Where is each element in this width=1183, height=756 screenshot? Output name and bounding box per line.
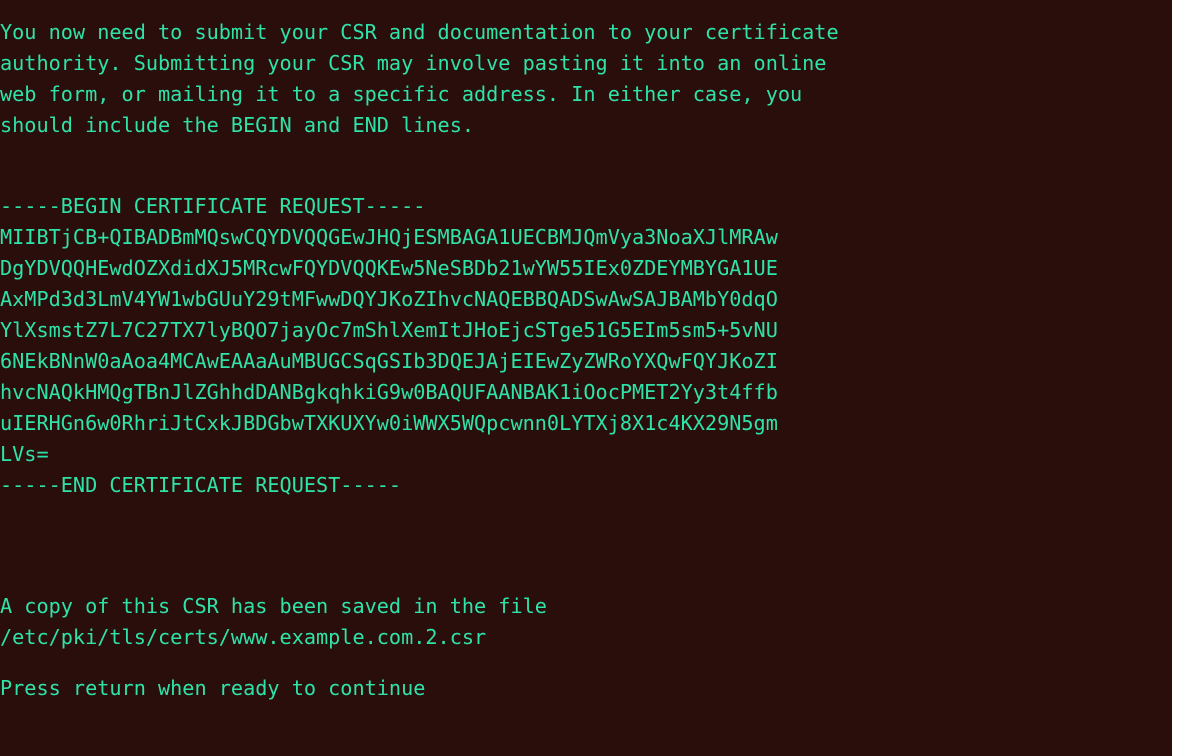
csr-body-line-6: hvcNAQkHMQgTBnJlZGhhdDANBgkqhkiG9w0BAQUF… [0,380,778,404]
csr-body-line-3: AxMPd3d3LmV4YW1wbGUuY29tMFwwDQYJKoZIhvcN… [0,287,778,311]
csr-body-line-8: LVs= [0,442,49,466]
csr-begin-line: -----BEGIN CERTIFICATE REQUEST----- [0,194,426,218]
saved-file-path: /etc/pki/tls/certs/www.example.com.2.csr [0,625,487,649]
intro-line-3: web form, or mailing it to a specific ad… [0,82,803,106]
csr-body-line-7: uIERHGn6w0RhriJtCxkJBDGbwTXKUXYw0iWWX5WQ… [0,411,778,435]
csr-body-line-4: YlXsmstZ7L7C27TX7lyBQO7jayOc7mShlXemItJH… [0,318,778,342]
continue-prompt: Press return when ready to continue [0,676,426,700]
csr-body-line-5: 6NEkBNnW0aAoa4MCAwEAAaAuMBUGCSqGSIb3DQEJ… [0,349,778,373]
csr-end-line: -----END CERTIFICATE REQUEST----- [0,473,402,497]
csr-body-line-1: MIIBTjCB+QIBADBmMQswCQYDVQQGEwJHQjESMBAG… [0,225,778,249]
terminal-window[interactable]: You now need to submit your CSR and docu… [0,0,1172,756]
saved-file-line-1: A copy of this CSR has been saved in the… [0,594,547,618]
csr-body-line-2: DgYDVQQHEwdOZXdidXJ5MRcwFQYDVQQKEw5NeSBD… [0,256,778,280]
intro-line-4: should include the BEGIN and END lines. [0,113,475,137]
intro-line-2: authority. Submitting your CSR may invol… [0,51,827,75]
intro-line-1: You now need to submit your CSR and docu… [0,20,839,44]
